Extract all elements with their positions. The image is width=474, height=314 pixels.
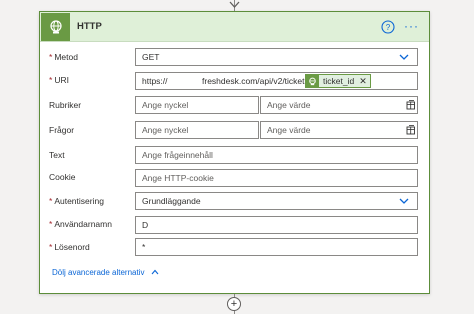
arrow-down-icon — [229, 1, 240, 8]
chevron-up-icon — [151, 269, 159, 275]
body-input[interactable]: Ange frågeinnehåll — [135, 146, 418, 164]
token-label: ticket_id — [323, 76, 355, 86]
ticket-id-token[interactable]: ticket_id ✕ — [305, 74, 371, 88]
chevron-down-icon — [399, 198, 409, 204]
table-icon[interactable] — [406, 125, 416, 135]
add-icon[interactable]: + — [227, 297, 241, 311]
username-input[interactable]: D — [135, 216, 418, 234]
queries-key-input[interactable]: Ange nyckel — [135, 121, 259, 139]
cookie-label: Cookie — [49, 172, 76, 182]
card-header[interactable]: HTTP ? ··· — [40, 12, 429, 42]
auth-dropdown[interactable]: Grundläggande — [135, 192, 418, 210]
globe-icon — [41, 13, 70, 41]
headers-value-input[interactable]: Ange värde — [260, 96, 418, 114]
more-icon[interactable]: ··· — [404, 20, 419, 32]
uri-value-start: https:// — [142, 76, 168, 86]
advanced-label: Dölj avancerade alternativ — [52, 268, 145, 277]
uri-value-rest: freshdesk.com/api/v2/tickets/ — [202, 76, 312, 86]
auth-value: Grundläggande — [142, 196, 201, 206]
headers-key-input[interactable]: Ange nyckel — [135, 96, 259, 114]
password-input[interactable]: * — [135, 238, 418, 256]
help-icon[interactable]: ? — [381, 20, 395, 34]
method-label: * Metod — [49, 52, 78, 62]
close-icon[interactable]: ✕ — [359, 75, 367, 87]
username-label: * Användarnamn — [49, 219, 112, 229]
method-value: GET — [142, 52, 160, 62]
auth-label: * Autentisering — [49, 196, 104, 206]
method-dropdown[interactable]: GET — [135, 48, 418, 66]
globe-icon — [306, 75, 319, 87]
headers-label: Rubriker — [49, 100, 82, 110]
svg-text:?: ? — [386, 23, 391, 32]
queries-value-input[interactable]: Ange värde — [260, 121, 418, 139]
uri-field[interactable]: https:// freshdesk.com/api/v2/tickets/ t… — [135, 72, 418, 90]
cookie-input[interactable]: Ange HTTP-cookie — [135, 169, 418, 187]
hide-advanced-options-link[interactable]: Dölj avancerade alternativ — [52, 268, 159, 277]
queries-label: Frågor — [49, 125, 75, 135]
password-label: * Lösenord — [49, 242, 90, 252]
body-label: Text — [49, 150, 65, 160]
table-icon[interactable] — [406, 100, 416, 110]
uri-label: * URI — [49, 75, 69, 85]
http-action-card: HTTP ? ··· * Metod GET * URI https:// fres… — [39, 11, 430, 294]
chevron-down-icon — [399, 54, 409, 60]
card-title: HTTP — [77, 21, 102, 32]
